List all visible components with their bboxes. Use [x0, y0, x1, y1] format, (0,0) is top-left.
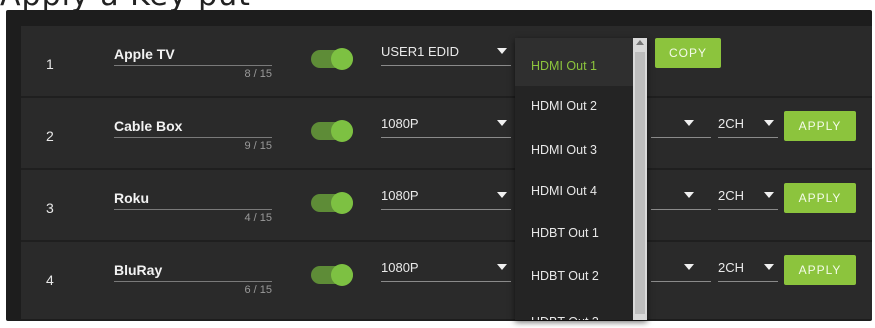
input-name[interactable]: Apple TV [114, 46, 175, 62]
input-name[interactable]: Cable Box [114, 118, 182, 134]
copy-button[interactable]: COPY [655, 38, 721, 68]
input-name[interactable]: BluRay [114, 262, 162, 278]
audio-select-value: 2CH [718, 188, 745, 203]
row-number: 4 [46, 272, 54, 288]
output-dropdown-menu[interactable]: HDMI Out 1 HDMI Out 2 HDMI Out 3 HDMI Ou… [515, 38, 647, 320]
chevron-down-icon [497, 192, 507, 198]
row-number: 3 [46, 200, 54, 216]
char-count: 9 / 15 [244, 140, 272, 152]
enable-toggle[interactable] [311, 264, 353, 286]
dropdown-option[interactable]: HDMI Out 2 [515, 86, 647, 126]
apply-button[interactable]: APPLY [784, 255, 856, 285]
edid-select-value: USER1 EDID [381, 44, 460, 59]
select-underline [381, 65, 511, 66]
chevron-down-icon [764, 264, 774, 270]
toggle-knob [331, 48, 353, 70]
output-select-underline [651, 209, 711, 210]
enable-toggle[interactable] [311, 48, 353, 70]
audio-select[interactable]: 2CH [718, 260, 778, 282]
select-underline [381, 137, 511, 138]
resolution-select[interactable]: 1080P [381, 116, 511, 138]
table-row: 4 BluRay 6 / 15 1080P 2CH APPLY [21, 242, 872, 312]
enable-toggle[interactable] [311, 192, 353, 214]
select-underline [718, 281, 778, 282]
edid-table: 1 Apple TV 8 / 15 USER1 EDID COPY 2 Cabl… [21, 26, 872, 319]
dropdown-option[interactable]: HDMI Out 3 [515, 126, 647, 168]
dropdown-scrollbar[interactable] [633, 38, 647, 320]
chevron-down-icon [497, 264, 507, 270]
audio-select[interactable]: 2CH [718, 188, 778, 210]
resolution-select-value: 1080P [381, 188, 419, 203]
audio-select-value: 2CH [718, 260, 745, 275]
name-underline [114, 281, 272, 282]
toggle-knob [331, 192, 353, 214]
select-underline [381, 209, 511, 210]
dropdown-option[interactable]: HDBT Out 2 [515, 254, 647, 298]
output-select-underline [651, 137, 711, 138]
char-count: 8 / 15 [244, 68, 272, 80]
select-underline [381, 281, 511, 282]
toggle-knob [331, 264, 353, 286]
audio-select-value: 2CH [718, 116, 745, 131]
input-name[interactable]: Roku [114, 190, 149, 206]
name-underline [114, 209, 272, 210]
resolution-select[interactable]: 1080P [381, 260, 511, 282]
select-underline [718, 137, 778, 138]
chevron-down-icon [764, 192, 774, 198]
table-row: 2 Cable Box 9 / 15 1080P 2CH APPLY [21, 98, 872, 168]
dropdown-option[interactable]: HDMI Out 4 [515, 168, 647, 212]
scroll-up-icon[interactable] [636, 40, 644, 45]
scroll-thumb[interactable] [635, 52, 645, 314]
toggle-knob [331, 120, 353, 142]
char-count: 4 / 15 [244, 212, 272, 224]
char-count: 6 / 15 [244, 284, 272, 296]
name-underline [114, 65, 272, 66]
table-row: 3 Roku 4 / 15 1080P 2CH APPLY [21, 170, 872, 240]
enable-toggle[interactable] [311, 120, 353, 142]
dropdown-option[interactable]: HDMI Out 1 [515, 38, 647, 86]
audio-select[interactable]: 2CH [718, 116, 778, 138]
chevron-down-icon [764, 120, 774, 126]
chevron-down-icon [497, 120, 507, 126]
name-underline [114, 137, 272, 138]
chevron-down-icon[interactable] [684, 120, 694, 126]
dropdown-option[interactable]: HDBT Out 1 [515, 212, 647, 254]
resolution-select-value: 1080P [381, 260, 419, 275]
row-number: 2 [46, 128, 54, 144]
row-number: 1 [46, 56, 54, 72]
page-caption: Apply a Key put [0, 0, 875, 13]
resolution-select[interactable]: 1080P [381, 188, 511, 210]
table-row: 1 Apple TV 8 / 15 USER1 EDID COPY [21, 26, 872, 96]
output-select-underline [651, 281, 711, 282]
edid-panel: 1 Apple TV 8 / 15 USER1 EDID COPY 2 Cabl… [6, 10, 872, 321]
edid-select[interactable]: USER1 EDID [381, 44, 511, 66]
select-underline [718, 209, 778, 210]
apply-button[interactable]: APPLY [784, 111, 856, 141]
resolution-select-value: 1080P [381, 116, 419, 131]
chevron-down-icon [497, 48, 507, 54]
apply-button[interactable]: APPLY [784, 183, 856, 213]
chevron-down-icon[interactable] [684, 264, 694, 270]
dropdown-option[interactable]: HDBT Out 3 [515, 298, 647, 320]
chevron-down-icon[interactable] [684, 192, 694, 198]
